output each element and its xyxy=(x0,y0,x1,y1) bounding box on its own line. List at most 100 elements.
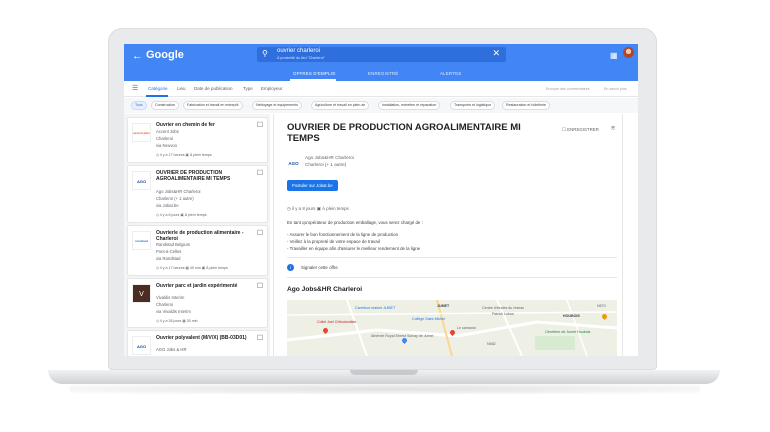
tab-alerts[interactable]: ALERTES xyxy=(440,71,461,76)
job-title: Ouvrier polyvalent (M/V/X) (BB-03D01) xyxy=(156,335,247,341)
briefcase-icon: ▣ xyxy=(316,206,321,211)
save-button[interactable]: ☐ ENREGISTRER xyxy=(562,127,599,133)
feedback-link[interactable]: Envoyer des commentaires xyxy=(546,87,590,91)
map-label[interactable]: Carrefour market JUMET xyxy=(355,306,395,310)
job-card[interactable]: AGO Ouvrier polyvalent (M/V/X) (BB-03D01… xyxy=(127,330,268,356)
avatar[interactable] xyxy=(623,47,634,58)
filter-location[interactable]: Lieu xyxy=(177,86,186,91)
clock-icon: ◷ xyxy=(156,266,160,270)
job-company: Accent Jobs xyxy=(156,129,179,134)
bookmark-icon: ☐ xyxy=(562,127,566,132)
company-logo: randstad xyxy=(132,231,151,250)
save-label: ENREGISTRER xyxy=(567,127,599,132)
job-distance: 40 min xyxy=(189,266,201,270)
job-source: via Randstad xyxy=(156,256,181,261)
briefcase-icon: ▣ xyxy=(201,266,206,270)
job-type: À plein temps xyxy=(184,213,207,217)
apps-grid-icon[interactable]: ▦ xyxy=(610,51,618,60)
search-box[interactable]: ⚲ ouvrier charleroi À proximité du lieu … xyxy=(257,47,506,62)
tab-saved[interactable]: ENREGISTRÉ xyxy=(368,71,399,76)
search-input[interactable]: ouvrier charleroi xyxy=(277,48,320,54)
job-distance: 30 min xyxy=(186,319,198,323)
tab-job-offers[interactable]: OFFRES D'EMPLOI xyxy=(293,71,336,76)
laptop-shadow xyxy=(70,384,700,394)
job-card[interactable]: randstad Ouvrier/e de production aliment… xyxy=(127,225,268,276)
bookmark-icon[interactable]: ☐ xyxy=(257,282,263,290)
job-source: via Vivaldis Interim xyxy=(156,309,191,314)
job-posted: il y a 17 heures xyxy=(160,266,185,270)
divider xyxy=(287,257,617,258)
location-map[interactable]: Carrefour market JUMET JUMET Collège Sai… xyxy=(287,300,617,356)
chip-all[interactable]: Tous xyxy=(131,101,147,110)
map-label[interactable]: Cimetière de Jumet Houbois xyxy=(545,330,590,334)
company-name: Ago Jobs&HR Charleroi xyxy=(305,155,354,160)
chip-cleaning[interactable]: Nettoyage et équipements xyxy=(252,101,302,110)
briefcase-icon: ▣ xyxy=(180,213,184,217)
active-filter-indicator xyxy=(146,95,168,97)
chip-construction[interactable]: Construction xyxy=(151,101,180,110)
map-label: JUMET xyxy=(437,304,450,308)
map-label: Centre d'études du réseau xyxy=(482,306,525,310)
bookmark-icon[interactable]: ☐ xyxy=(257,229,263,237)
learn-more-link[interactable]: En savoir plus xyxy=(604,87,627,91)
job-type: À plein temps xyxy=(206,266,228,270)
report-offer-link[interactable]: Signaler cette offre xyxy=(301,265,338,270)
map-roads xyxy=(287,300,617,356)
google-logo[interactable]: Google xyxy=(146,49,184,61)
chip-restaurant[interactable]: Restauration et hôtellerie xyxy=(502,101,550,110)
job-posted: il y a 8 jours xyxy=(160,213,180,217)
filter-category[interactable]: Catégorie xyxy=(148,86,168,91)
close-icon[interactable]: ✕ xyxy=(492,48,500,59)
job-card[interactable]: accent jobs Ouvrier en chemin de fer Acc… xyxy=(127,117,268,163)
job-card[interactable]: AGO OUVRIER DE PRODUCTION AGROALIMENTAIR… xyxy=(127,165,268,223)
job-company: AGO Jobs & HR xyxy=(156,347,187,352)
job-location: Charleroi xyxy=(156,302,173,307)
job-detail-meta: ◷ il y a 8 jours ▣ À plein temps xyxy=(287,206,349,212)
bookmark-icon[interactable]: ☐ xyxy=(257,169,263,177)
tab-bar: OFFRES D'EMPLOI ENREGISTRÉ ALERTES xyxy=(124,68,638,81)
filter-date[interactable]: Date de publication xyxy=(194,86,233,91)
company-section-title: Ago Jobs&HR Charleroi xyxy=(287,286,363,293)
clock-icon: ◷ xyxy=(156,213,160,217)
job-type: À plein temps xyxy=(322,206,349,211)
search-location-hint: À proximité du lieu "Charleroi" xyxy=(277,56,325,60)
filter-type[interactable]: Type xyxy=(243,86,253,91)
back-arrow-icon[interactable]: ← xyxy=(132,50,143,62)
filter-icon[interactable]: ☰ xyxy=(132,84,138,92)
company-location: Charleroi (+ 1 autre) xyxy=(305,162,347,167)
apply-button[interactable]: Postuler sur Jobat.be xyxy=(287,180,338,191)
job-footer: ◷ il y a 8 jours ▣ À plein temps xyxy=(156,213,207,217)
job-posted: il y a 8 jours xyxy=(292,206,316,211)
company-logo: AGO xyxy=(288,161,299,166)
map-label[interactable]: Collège Saint-Michel xyxy=(412,317,445,321)
company-logo: accent jobs xyxy=(132,123,151,142)
job-company: Randstad Belgium xyxy=(156,242,191,247)
map-label[interactable]: Collet Joel Orthodontiste xyxy=(317,320,356,324)
job-list: accent jobs Ouvrier en chemin de fer Acc… xyxy=(124,114,270,356)
job-card[interactable]: V Ouvrier parc et jardin expérimenté Viv… xyxy=(127,278,268,328)
share-icon[interactable]: ⩳ xyxy=(611,125,615,133)
laptop-notch xyxy=(350,370,418,375)
chip-manufacturing[interactable]: Fabrication et travail en entrepôt xyxy=(183,101,243,110)
job-detail-panel: OUVRIER DE PRODUCTION AGROALIMENTAIRE MI… xyxy=(273,114,623,356)
job-footer: ◷ il y a 17 heures ▩ 40 min ▣ À plein te… xyxy=(156,266,228,270)
bookmark-icon[interactable]: ☐ xyxy=(257,334,263,342)
job-detail-title: OUVRIER DE PRODUCTION AGROALIMENTAIRE MI… xyxy=(287,122,521,144)
job-description-bullet: - Assurer le bon fonctionnement de la li… xyxy=(287,232,399,237)
job-source: via Jobat.be xyxy=(156,203,179,208)
category-chips: Tous Construction Fabrication et travail… xyxy=(124,98,638,113)
filter-employer[interactable]: Employeur xyxy=(261,86,283,91)
company-logo: AGO xyxy=(132,171,151,190)
header: ← Google ⚲ ouvrier charleroi À proximité… xyxy=(124,44,638,81)
bookmark-icon[interactable]: ☐ xyxy=(257,121,263,129)
chip-agriculture[interactable]: Agriculture et travail en plein air xyxy=(311,101,370,110)
map-label: HOUBOIS xyxy=(563,314,580,318)
job-type: À plein temps xyxy=(189,153,212,157)
job-description-intro: En tant qu'opérateur de production embal… xyxy=(287,220,423,225)
chip-transport[interactable]: Transports et logistique xyxy=(450,101,496,110)
map-label: N570 xyxy=(597,304,606,308)
job-title: Ouvrier en chemin de fer xyxy=(156,122,215,128)
info-icon: i xyxy=(287,264,294,271)
chip-installation[interactable]: Installation, entretien et réparation xyxy=(378,101,441,110)
filter-bar: ☰ Catégorie Lieu Date de publication Typ… xyxy=(124,81,638,97)
